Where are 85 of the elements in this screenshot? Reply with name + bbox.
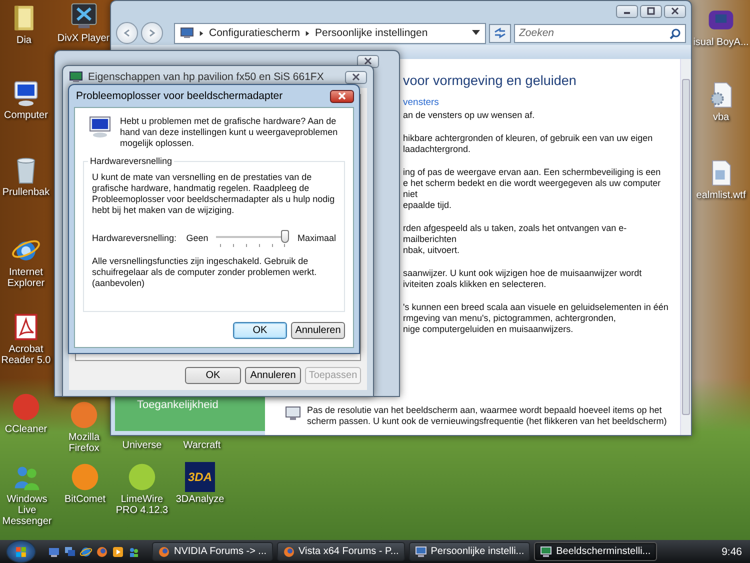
people-icon[interactable]: [128, 546, 140, 558]
play-icon[interactable]: [112, 546, 124, 558]
description-text: U kunt de mate van versnelling en de prestaties van de grafische hardware, handmatig regelen. Raadpleeg de Probleemoplosser voor beeldschermadapter als u hulp nodig hebt bij het maken van de wijziging.: [92, 172, 336, 216]
desktop-shortcut[interactable]: isual BoyA...: [693, 5, 749, 48]
description-text: rden afgespeeld als u taken, zoals het ontvangen van e-mailberichten nbak, uitvoert.: [403, 223, 628, 256]
scrollbar[interactable]: [680, 59, 691, 435]
desktop-shortcut[interactable]: DivX Player: [57, 1, 110, 44]
desktop-shortcut[interactable]: Internet Explorer: [0, 235, 52, 289]
taskbar-button[interactable]: Beeldscherminstelli...: [534, 542, 657, 561]
monitor-icon: [414, 546, 427, 558]
description-text: ing of pas de weergave ervan aan. Een schermbeveiliging is een e het scherm bedekt en die wordt weergegeven als uw computer niet epaalde tijd.: [403, 167, 662, 211]
close-icon: [350, 73, 362, 81]
dialog-button[interactable]: OK: [185, 367, 241, 384]
desktop-shortcut[interactable]: Warcraft: [174, 440, 230, 451]
desktop-icon[interactable]: [48, 546, 60, 558]
close-icon: [362, 57, 374, 65]
desktop-shortcut[interactable]: Dia: [2, 3, 46, 46]
refresh-button[interactable]: [489, 24, 511, 42]
back-button[interactable]: [116, 22, 138, 44]
taskbar-button[interactable]: Persoonlijke instelli...: [408, 542, 530, 561]
control-panel-icon: [180, 27, 194, 39]
fox-globe-icon[interactable]: [96, 546, 108, 558]
fox-globe-icon: [282, 546, 295, 558]
display-icon: [69, 71, 83, 83]
intro-text: Hebt u problemen met de grafische hardware? Aan de hand van deze instellingen kunt u weergaveproblemen mogelijk oplossen.: [120, 116, 339, 149]
group-title: Hardwareversnelling: [88, 156, 174, 166]
refresh-arrows-icon: [493, 27, 507, 39]
fox-globe-icon: [158, 546, 170, 558]
close-icon: [336, 92, 348, 100]
desktop-shortcut[interactable]: Windows Live Messenger: [0, 462, 54, 527]
desktop-shortcut[interactable]: LimeWire PRO 4.12.3: [114, 462, 170, 516]
media-player-icon: [68, 1, 98, 31]
maximize-icon: [645, 7, 657, 15]
desktop-shortcut[interactable]: Universe: [114, 440, 170, 451]
dialog-button[interactable]: OK: [233, 322, 287, 339]
desktop-shortcut[interactable]: Mozilla Firefox: [62, 400, 106, 454]
maximize-button[interactable]: [640, 4, 662, 18]
clock: 9:46: [722, 546, 742, 558]
chevron-icon: [199, 30, 204, 36]
search-field[interactable]: Zoeken: [514, 24, 686, 42]
section-heading: voor vormgeving en geluiden: [403, 73, 578, 88]
close-button[interactable]: [357, 54, 379, 68]
slider-min-label: Geen: [186, 233, 208, 243]
dialog-button[interactable]: Annuleren: [291, 322, 345, 339]
description-text: saanwijzer. U kunt ook wijzigen hoe de muisaanwijzer wordt iviteiten zoals klikken en selecteren.: [403, 268, 643, 290]
taskbar-button[interactable]: Vista x64 Forums - P...: [276, 542, 405, 561]
desktop-shortcut[interactable]: BitComet: [61, 462, 109, 505]
settings-link[interactable]: vensters: [403, 97, 439, 108]
desktop-shortcut[interactable]: 3DA 3DAnalyze: [172, 462, 228, 505]
close-button[interactable]: [345, 70, 367, 84]
slider[interactable]: [216, 228, 290, 248]
windows-stack-icon[interactable]: [64, 546, 76, 558]
description-text: Pas de resolutie van het beeldscherm aan, waarmee wordt bepaald hoeveel items op het scherm passen. U kunt ook de vernieuwingsfrequentie (het flikkeren van het beeldscherm): [307, 405, 668, 427]
start-button[interactable]: [6, 540, 36, 563]
dialog-button[interactable]: Annuleren: [245, 367, 301, 384]
minimize-button[interactable]: [616, 4, 638, 18]
slider-max-label: Maximaal: [297, 233, 336, 243]
desktop-shortcut[interactable]: Prullenbak: [0, 155, 52, 198]
desktop-shortcut[interactable]: Acrobat Reader 5.0: [0, 312, 52, 366]
address-bar[interactable]: Configuratiescherm Persoonlijke instellingen: [174, 22, 486, 44]
slider-label: Hardwareversnelling:: [92, 233, 178, 243]
desktop-shortcut[interactable]: Computer: [1, 78, 51, 121]
breadcrumb-item[interactable]: Persoonlijke instellingen: [315, 27, 428, 39]
search-icon: [669, 28, 681, 40]
windows-logo-icon: [14, 544, 28, 558]
description-text: hikbare achtergronden of kleuren, of gebruik een van uw eigen laadachtergrond.: [403, 133, 654, 155]
breadcrumb-item[interactable]: Configuratiescherm: [209, 27, 300, 39]
dialog-title: Probleemoplosser voor beeldschermadapter: [76, 90, 284, 102]
status-text: Alle versnellingsfuncties zijn ingeschakeld. Gebruik de schuifregelaar als de computer zonder problemen werkt. (aanbevolen): [92, 256, 318, 289]
close-button[interactable]: [664, 4, 686, 18]
app-logo: 3DA: [185, 462, 215, 492]
window-title: Eigenschappen van hp pavilion fx50 en SiS 661FX: [88, 71, 325, 83]
description-text: an de vensters op uw wensen af.: [403, 110, 536, 121]
monitor-icon: [88, 116, 112, 138]
dropdown-caret-icon: [472, 30, 480, 36]
forward-button[interactable]: [141, 22, 163, 44]
close-icon: [669, 7, 681, 15]
taskbar-button[interactable]: NVIDIA Forums -> ...: [152, 542, 273, 561]
desktop-shortcut[interactable]: CCleaner: [0, 392, 52, 435]
monitor-icon: [285, 405, 301, 421]
chevron-icon: [305, 30, 310, 36]
display-icon: [540, 546, 552, 558]
close-button[interactable]: [330, 90, 354, 102]
globe-icon[interactable]: [80, 546, 92, 558]
description-text: 's kunnen een breed scala aan visuele en geluidselementen in één rmgeving van menu's, pictogrammen, achtergronden, nige computergeluiden en muisaanwijzers.: [403, 302, 670, 335]
